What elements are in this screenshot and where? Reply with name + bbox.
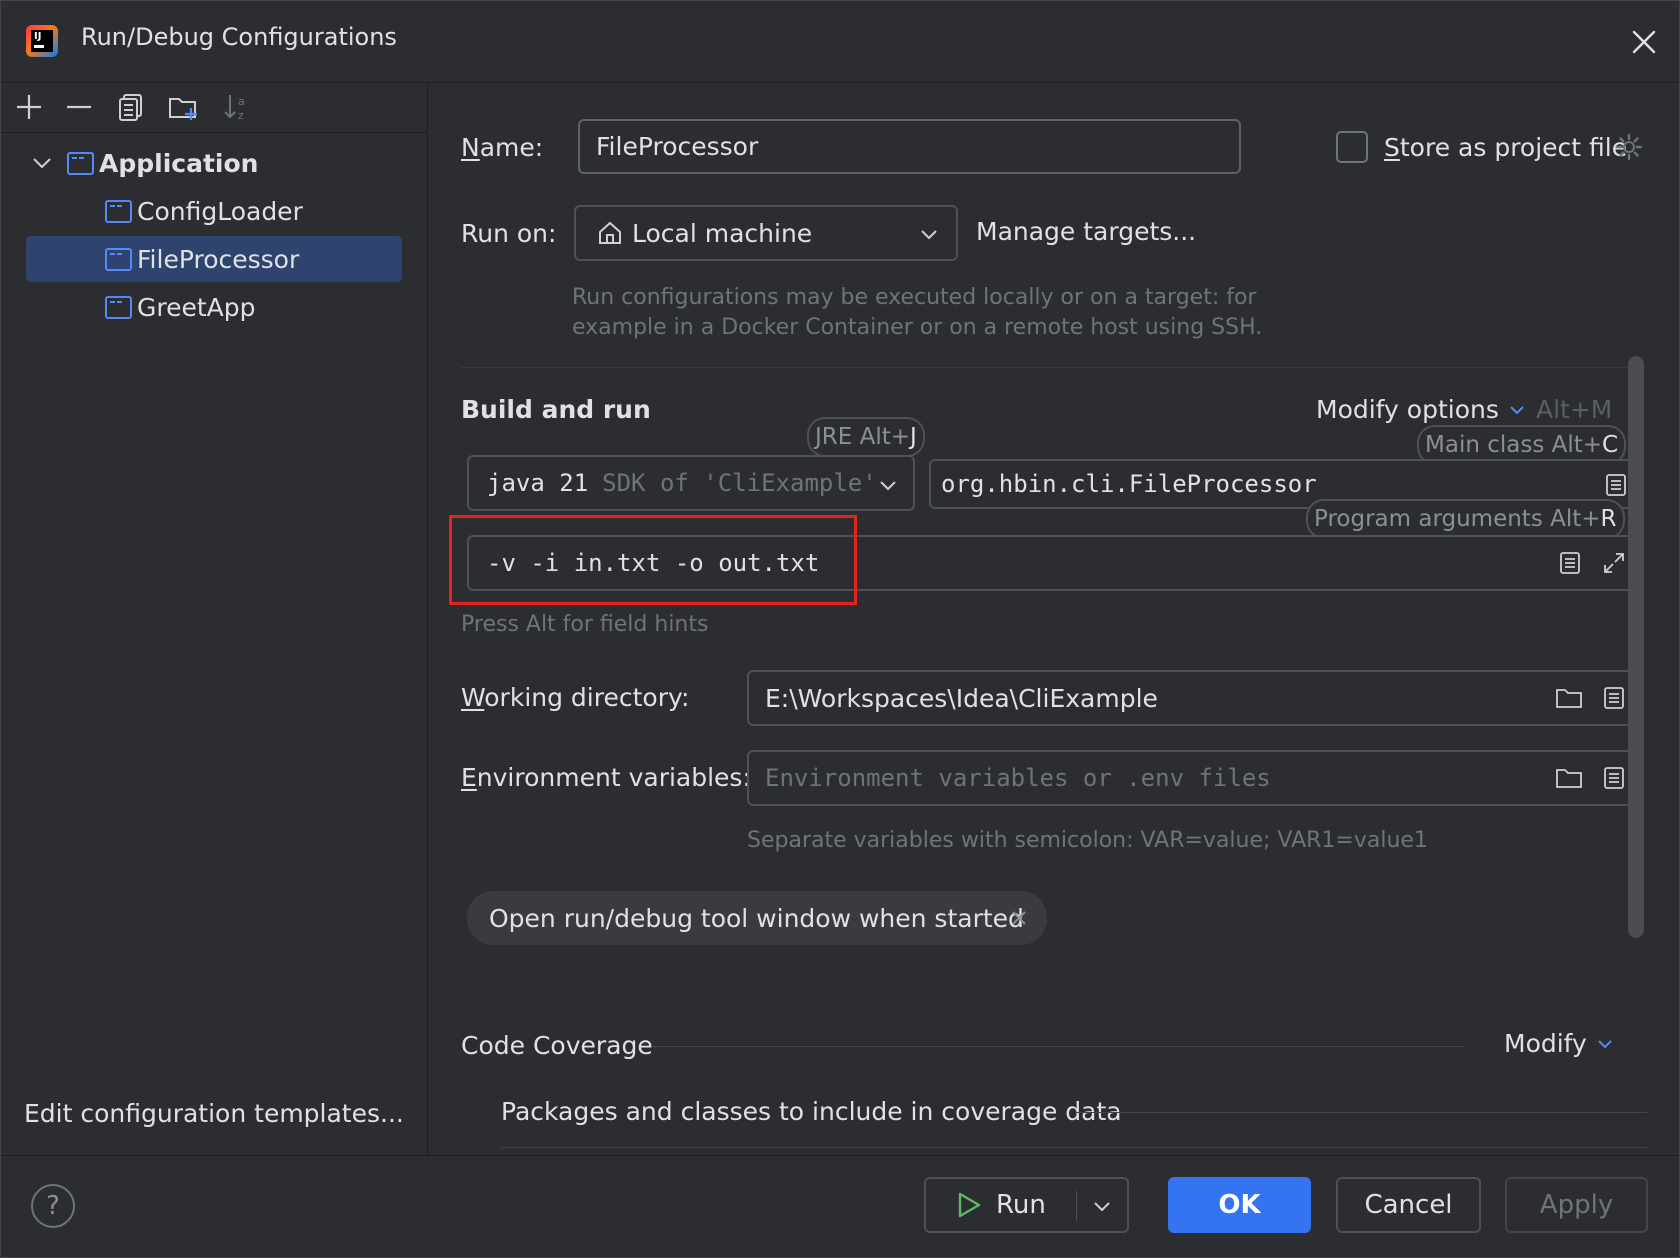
run-on-select[interactable]: Local machine <box>574 205 958 261</box>
coverage-packages-label: Packages and classes to include in cover… <box>501 1097 1122 1126</box>
close-icon[interactable] <box>1009 908 1029 928</box>
application-icon <box>105 247 132 271</box>
chip-text: Main class Alt+ <box>1425 432 1603 458</box>
tree-group-label: Application <box>99 148 259 178</box>
field-hints-text: Press Alt for field hints <box>461 612 709 637</box>
coverage-list-border <box>501 1147 1647 1148</box>
application-icon <box>67 151 94 175</box>
main-class-value: org.hbin.cli.FileProcessor <box>941 470 1317 498</box>
environment-variables-placeholder: Environment variables or .env files <box>765 764 1271 792</box>
separator <box>461 367 1641 368</box>
code-coverage-title: Code Coverage <box>461 1031 653 1060</box>
new-folder-icon[interactable] <box>167 91 199 123</box>
separator <box>651 1046 1465 1047</box>
run-on-hint-line-1: Run configurations may be executed local… <box>572 285 1257 310</box>
environment-variables-hint: Separate variables with semicolon: VAR=v… <box>747 828 1428 853</box>
divider <box>1076 1191 1077 1221</box>
svg-text:a: a <box>238 95 245 108</box>
sidebar-item-label: GreetApp <box>137 292 256 322</box>
chevron-down-icon[interactable] <box>29 150 55 176</box>
run-debug-dialog: IJ Run/Debug Configurations az Applicati… <box>0 0 1680 1258</box>
browse-list-icon[interactable] <box>1601 685 1627 711</box>
sdk-description: SDK of 'CliExample' <box>602 469 877 497</box>
dialog-footer: ? Run OK Cancel Apply <box>1 1155 1679 1257</box>
sort-icon[interactable]: az <box>221 91 253 123</box>
chip-text: JRE Alt+ <box>815 424 911 450</box>
add-icon[interactable] <box>13 91 45 123</box>
dialog-title: Run/Debug Configurations <box>81 23 397 51</box>
home-icon <box>599 221 621 244</box>
help-button[interactable]: ? <box>31 1184 75 1228</box>
coverage-modify-link[interactable]: Modify <box>1504 1029 1615 1058</box>
coverage-modify-label: Modify <box>1504 1029 1587 1058</box>
cancel-button[interactable]: Cancel <box>1336 1177 1481 1233</box>
store-project-file-label[interactable]: Store as project file <box>1384 133 1627 162</box>
jre-hint-chip: JRE Alt+ J <box>807 417 925 457</box>
sidebar-item-configloader[interactable]: ConfigLoader <box>105 188 401 234</box>
chevron-down-icon <box>1598 1039 1612 1048</box>
option-tag-open-tool-window: Open run/debug tool window when started <box>467 891 1047 945</box>
play-icon <box>958 1192 981 1218</box>
chip-key: R <box>1600 506 1617 532</box>
sidebar-item-label: FileProcessor <box>137 244 300 274</box>
program-arguments-hint-chip: Program arguments Alt+ R <box>1306 499 1625 539</box>
run-button[interactable]: Run <box>924 1177 1129 1233</box>
configuration-form: Name: FileProcessor Store as project fil… <box>429 83 1679 1155</box>
scrollbar[interactable] <box>1628 356 1644 938</box>
run-on-hint-line-2: example in a Docker Container or on a re… <box>572 315 1263 340</box>
close-icon[interactable] <box>1627 25 1661 59</box>
name-input[interactable]: FileProcessor <box>578 119 1241 174</box>
sdk-version: java 21 <box>487 469 589 497</box>
expand-icon[interactable] <box>1601 550 1627 576</box>
working-directory-value: E:\Workspaces\Idea\CliExample <box>765 683 1158 713</box>
run-on-value: Local machine <box>632 218 813 248</box>
copy-icon[interactable] <box>115 91 147 123</box>
ok-button[interactable]: OK <box>1168 1177 1311 1233</box>
highlight-box <box>449 515 857 605</box>
run-on-label: Run on: <box>461 219 557 248</box>
application-icon <box>105 295 132 319</box>
chevron-down-icon <box>880 481 896 491</box>
folder-icon[interactable] <box>1555 765 1583 791</box>
run-label: Run <box>996 1190 1046 1220</box>
title-bar: IJ Run/Debug Configurations <box>1 1 1679 83</box>
apply-button[interactable]: Apply <box>1505 1177 1648 1233</box>
sidebar-item-fileprocessor[interactable]: FileProcessor <box>26 236 402 282</box>
name-label: Name: <box>461 133 544 162</box>
application-icon <box>105 199 132 223</box>
sidebar-item-greetapp[interactable]: GreetApp <box>105 284 401 330</box>
sidebar-item-label: ConfigLoader <box>137 196 303 226</box>
svg-text:z: z <box>238 109 244 122</box>
working-directory-input[interactable]: E:\Workspaces\Idea\CliExample <box>747 670 1641 726</box>
chevron-down-icon[interactable] <box>1091 1195 1113 1217</box>
modify-options-link[interactable]: Modify options <box>1316 395 1527 424</box>
separator <box>1075 1112 1647 1113</box>
browse-list-icon[interactable] <box>1603 472 1629 498</box>
option-tag-label: Open run/debug tool window when started <box>489 903 1024 933</box>
chip-text: Program arguments Alt+ <box>1314 506 1601 532</box>
modify-options-shortcut: Alt+M <box>1536 395 1613 424</box>
chip-key: J <box>910 424 917 450</box>
modify-options-label: Modify options <box>1316 395 1499 424</box>
configurations-toolbar: az <box>1 83 428 133</box>
intellij-logo-icon: IJ <box>26 25 58 57</box>
build-and-run-title: Build and run <box>461 395 651 424</box>
jre-select[interactable]: java 21 SDK of 'CliExample' <box>467 455 915 511</box>
manage-targets-link[interactable]: Manage targets... <box>976 217 1196 246</box>
gear-icon[interactable] <box>1614 132 1644 162</box>
environment-variables-label: Environment variables: <box>461 763 751 792</box>
chevron-down-icon <box>921 230 937 240</box>
store-project-file-checkbox[interactable] <box>1336 131 1368 163</box>
tree-group-application[interactable]: Application <box>29 140 399 186</box>
folder-icon[interactable] <box>1555 685 1583 711</box>
working-directory-label: Working directory: <box>461 683 690 712</box>
remove-icon[interactable] <box>63 91 95 123</box>
chip-key: C <box>1602 432 1619 458</box>
environment-variables-input[interactable]: Environment variables or .env files <box>747 750 1641 806</box>
browse-list-icon[interactable] <box>1601 765 1627 791</box>
edit-templates-link[interactable]: Edit configuration templates... <box>24 1099 404 1128</box>
browse-list-icon[interactable] <box>1557 550 1583 576</box>
configurations-panel: az Application ConfigLoader FileProcesso… <box>1 83 428 1155</box>
chevron-down-icon <box>1510 405 1524 414</box>
